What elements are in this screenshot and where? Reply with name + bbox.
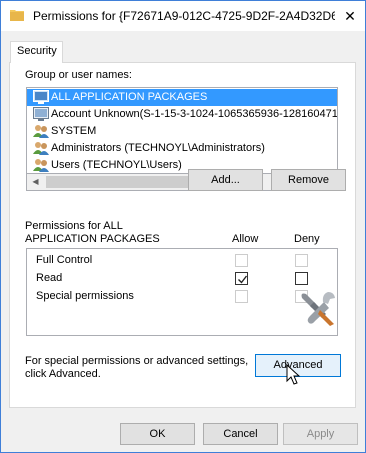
list-item[interactable]: Administrators (TECHNOYL\Administrators) [27,140,337,157]
remove-button[interactable]: Remove [271,169,346,191]
apply-button[interactable]: Apply [283,423,358,445]
advanced-hint: For special permissions or advanced sett… [25,355,249,367]
unknown-account-icon [33,107,49,121]
list-item-label: Account Unknown(S-1-15-3-1024-1065365936… [51,108,338,120]
title-bar[interactable]: Permissions for {F72671A9-012C-4725-9D2F… [1,1,365,31]
mouse-cursor-icon [286,363,302,389]
permissions-header-2: APPLICATION PACKAGES [25,233,160,245]
deny-column-label: Deny [294,233,320,245]
wrench-icon [300,290,338,329]
ok-button[interactable]: OK [120,423,195,445]
close-button[interactable]: ✕ [335,2,365,30]
list-item[interactable]: Account Unknown(S-1-15-3-1024-1065365936… [27,106,338,123]
list-item-label: Administrators (TECHNOYL\Administrators) [51,142,265,154]
permission-label: Read [36,272,63,284]
allow-checkbox[interactable] [235,254,248,267]
checkmark-icon [238,275,248,284]
list-item-label: ALL APPLICATION PACKAGES [51,91,208,103]
allow-column-label: Allow [232,233,259,245]
list-item-label: Users (TECHNOYL\Users) [51,159,182,171]
permissions-header: Permissions for ALL [25,220,123,232]
tab-security[interactable]: Security [10,41,63,63]
list-item[interactable]: ALL APPLICATION PACKAGES [27,89,337,106]
users-group-icon [33,141,49,155]
add-button[interactable]: Add... [188,169,263,191]
folder-icon [10,9,24,21]
allow-checkbox[interactable] [235,272,248,285]
app-packages-icon [33,90,49,104]
deny-checkbox[interactable] [295,254,308,267]
list-item-label: SYSTEM [51,125,97,137]
allow-checkbox[interactable] [235,290,248,303]
permission-label: Full Control [36,254,93,266]
group-names-label: Group or user names: [25,69,132,81]
permission-label: Special permissions [36,290,134,302]
deny-checkbox[interactable] [295,272,308,285]
window-title: Permissions for {F72671A9-012C-4725-9D2F… [33,9,335,23]
group-list[interactable]: ALL APPLICATION PACKAGES Account Unknown… [26,87,338,174]
advanced-hint-2: click Advanced. [25,368,101,380]
scroll-left-icon[interactable]: ◀ [27,174,44,190]
users-group-icon [33,158,49,172]
users-group-icon [33,124,49,138]
cancel-button[interactable]: Cancel [203,423,278,445]
list-item[interactable]: SYSTEM [27,123,337,140]
